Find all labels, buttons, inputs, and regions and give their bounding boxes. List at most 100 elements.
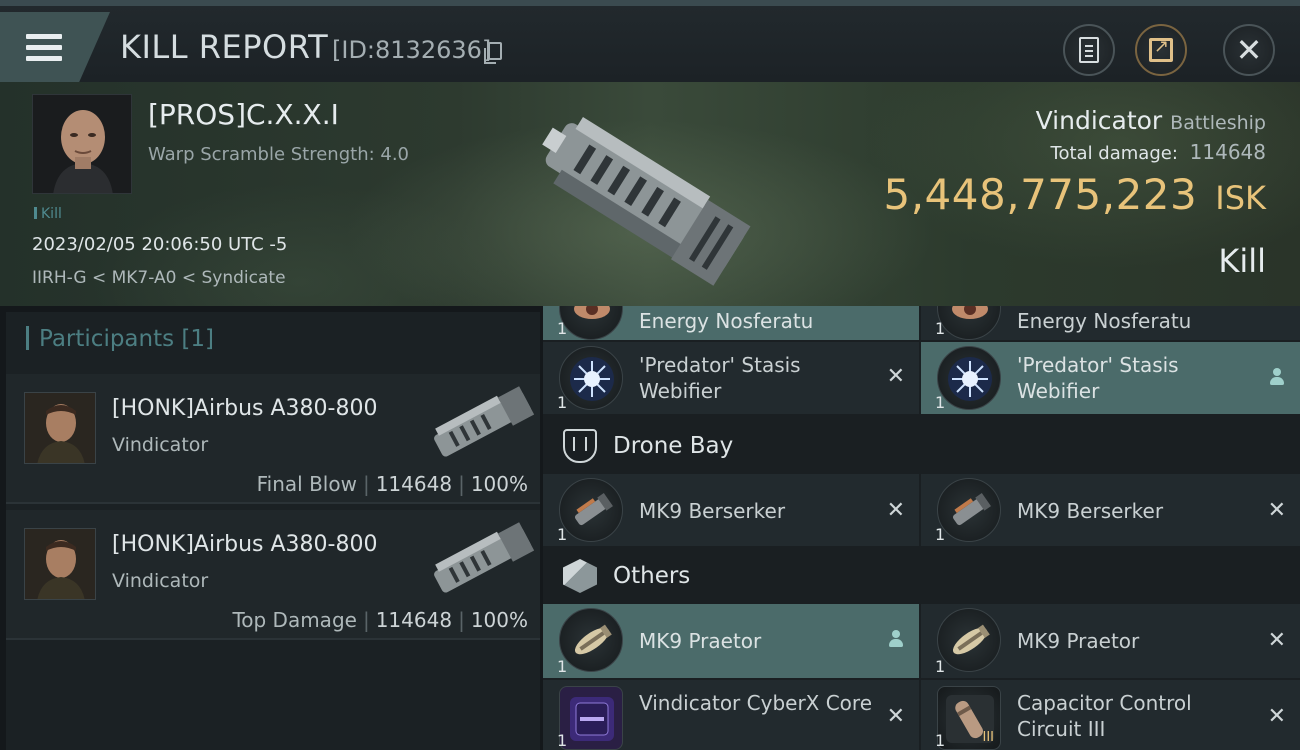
item-quantity: 1 xyxy=(935,731,946,750)
item-cell[interactable]: III 1 Capacitor Control Circuit III ✕ xyxy=(921,680,1300,750)
webifier-icon xyxy=(937,346,1001,410)
item-cell[interactable]: 1 MK9 Berserker ✕ xyxy=(543,474,919,546)
nosferatu-icon xyxy=(937,306,1001,340)
tier-label: III xyxy=(982,730,994,745)
berserker-drone-icon xyxy=(937,478,1001,542)
top-bar: KILL REPORT [ID:8132636] ✕ xyxy=(0,0,1300,82)
warp-scramble-strength: Warp Scramble Strength: 4.0 xyxy=(148,144,410,165)
item-name: MK9 Berserker xyxy=(639,499,786,523)
participant-percent: 100% xyxy=(470,472,528,496)
item-quantity: 1 xyxy=(557,393,568,412)
participant-percent: 100% xyxy=(470,608,528,632)
item-name: Energy Nosferatu xyxy=(639,309,814,333)
nosferatu-icon xyxy=(559,306,623,340)
isk-unit: ISK xyxy=(1215,179,1266,217)
kill-tag: Kill xyxy=(34,206,62,222)
item-name: Energy Nosferatu xyxy=(1017,309,1192,333)
destroyed-x-icon: ✕ xyxy=(886,704,905,729)
kill-datetime: 2023/02/05 20:06:50 UTC -5 xyxy=(32,234,288,255)
participant-ship-image xyxy=(434,522,535,593)
victim-ship-name: Vindicator xyxy=(1035,106,1163,135)
item-quantity: 1 xyxy=(557,319,568,338)
item-cell[interactable]: 1 MK9 Praetor xyxy=(543,604,919,678)
item-quantity: 1 xyxy=(935,525,946,544)
person-icon xyxy=(889,630,903,648)
participant-ship: Vindicator xyxy=(112,570,209,592)
victim-avatar[interactable] xyxy=(32,94,132,194)
destroyed-x-icon: ✕ xyxy=(886,498,905,523)
participants-header: Participants [1] xyxy=(6,312,540,368)
victim-ship-class: Battleship xyxy=(1170,112,1266,134)
item-name: MK9 Berserker xyxy=(1017,499,1164,523)
copy-id-icon[interactable] xyxy=(484,42,502,64)
total-damage-label: Total damage: xyxy=(1050,143,1178,164)
cyberx-core-icon xyxy=(559,686,623,750)
praetor-drone-icon xyxy=(559,608,623,672)
participant-role: Final Blow xyxy=(256,472,357,496)
participant-card[interactable]: [HONK]Airbus A380-800 Vindicator Top Dam… xyxy=(6,510,540,640)
close-button[interactable]: ✕ xyxy=(1223,24,1275,76)
participants-panel: Participants [1] [HONK]Airbus A380-800 V… xyxy=(6,312,540,750)
rig-icon: III xyxy=(937,686,1001,750)
participant-stats: Final Blow | 114648 | 100% xyxy=(256,472,528,496)
total-damage-value: 114648 xyxy=(1189,140,1266,164)
item-row: 1 Vindicator CyberX Core ✕ III 1 Capacit… xyxy=(543,680,1300,750)
menu-button[interactable] xyxy=(0,12,110,82)
webifier-icon xyxy=(559,346,623,410)
item-quantity: 1 xyxy=(557,731,568,750)
item-name: Capacitor Control Circuit III xyxy=(1017,691,1192,741)
participant-ship-image xyxy=(434,386,535,457)
item-quantity: 1 xyxy=(935,319,946,338)
item-cell[interactable]: 1 Vindicator CyberX Core ✕ xyxy=(543,680,919,750)
person-icon xyxy=(1270,368,1284,386)
victim-ship-image xyxy=(542,116,751,286)
item-cell[interactable]: 1 MK9 Praetor ✕ xyxy=(921,604,1300,678)
drone-bay-title: Drone Bay xyxy=(613,433,734,459)
item-quantity: 1 xyxy=(935,393,946,412)
praetor-drone-icon xyxy=(937,608,1001,672)
item-quantity: 1 xyxy=(557,657,568,676)
item-cell[interactable]: 1 MK9 Berserker ✕ xyxy=(921,474,1300,546)
victim-ship[interactable]: Vindicator Battleship xyxy=(1036,106,1266,135)
item-cell[interactable]: 1 'Predator' Stasis Webifier ✕ xyxy=(543,342,919,414)
kill-result: Kill xyxy=(1218,242,1266,280)
report-id: [ID:8132636] xyxy=(332,36,492,64)
drone-bay-icon xyxy=(563,429,597,463)
destroyed-x-icon: ✕ xyxy=(1267,498,1286,523)
participant-ship: Vindicator xyxy=(112,434,209,456)
item-row: 1 MK9 Praetor 1 MK9 Praetor ✕ xyxy=(543,604,1300,678)
page-title: KILL REPORT xyxy=(120,28,329,66)
participant-avatar xyxy=(24,392,96,464)
share-icon xyxy=(1149,36,1173,62)
item-row: 1 MK9 Berserker ✕ 1 MK9 Berserker ✕ xyxy=(543,474,1300,546)
clipboard-button[interactable] xyxy=(1063,24,1115,76)
participant-name: [HONK]Airbus A380-800 xyxy=(112,396,378,421)
participant-stats: Top Damage | 114648 | 100% xyxy=(232,608,528,632)
participant-damage: 114648 xyxy=(375,472,453,496)
participant-card[interactable]: [HONK]Airbus A380-800 Vindicator Final B… xyxy=(6,374,540,504)
victim-name[interactable]: [PROS]C.X.X.I xyxy=(148,98,339,131)
item-cell[interactable]: 1 Energy Nosferatu xyxy=(921,306,1300,340)
hamburger-icon xyxy=(26,33,62,61)
item-name: 'Predator' Stasis Webifier xyxy=(639,353,801,403)
close-icon: ✕ xyxy=(1235,31,1263,69)
participant-damage: 114648 xyxy=(375,608,453,632)
item-name: MK9 Praetor xyxy=(639,629,762,653)
destroyed-x-icon: ✕ xyxy=(886,364,905,389)
isk-value: 5,448,775,223 ISK xyxy=(883,170,1266,219)
items-panel: 1 Energy Nosferatu 1 Energy Nosferatu 1 … xyxy=(543,306,1300,750)
victim-panel: [PROS]C.X.X.I Warp Scramble Strength: 4.… xyxy=(0,82,1300,306)
item-quantity: 1 xyxy=(557,525,568,544)
item-quantity: 1 xyxy=(935,657,946,676)
item-cell[interactable]: 1 'Predator' Stasis Webifier xyxy=(921,342,1300,414)
share-button[interactable] xyxy=(1135,24,1187,76)
item-name: MK9 Praetor xyxy=(1017,629,1140,653)
item-row: 1 Energy Nosferatu 1 Energy Nosferatu xyxy=(543,306,1300,340)
destroyed-x-icon: ✕ xyxy=(1267,628,1286,653)
destroyed-x-icon: ✕ xyxy=(1267,704,1286,729)
kill-location[interactable]: IIRH-G < MK7-A0 < Syndicate xyxy=(32,268,286,288)
others-title: Others xyxy=(613,563,691,589)
participant-role: Top Damage xyxy=(232,608,357,632)
item-cell[interactable]: 1 Energy Nosferatu xyxy=(543,306,919,340)
total-damage: Total damage: 114648 xyxy=(1051,140,1266,164)
